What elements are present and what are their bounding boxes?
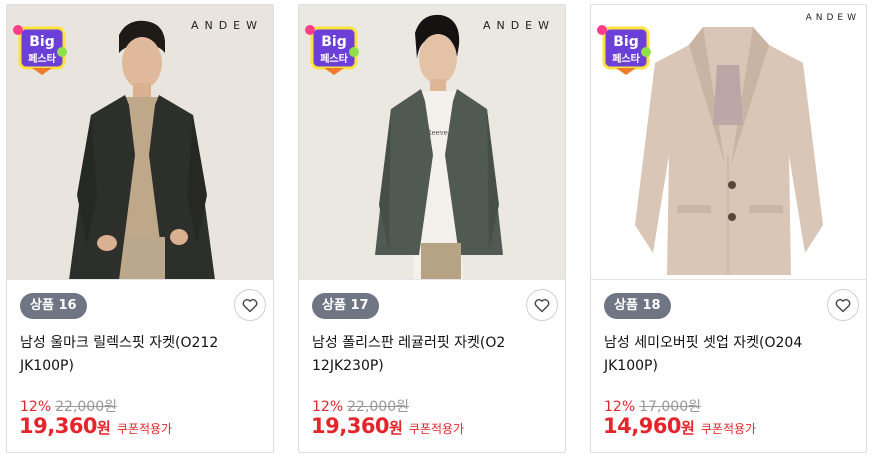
price-original-row: 12% 22,000원 [20,396,117,416]
brand-logo: ANDEW [805,13,860,23]
original-price: 17,000원 [639,399,701,415]
currency-unit: 원 [389,419,403,437]
coupon-note: 쿠폰적용가 [700,422,757,436]
svg-text:페스타: 페스타 [320,52,348,65]
product-name[interactable]: 남성 울마크 릴렉스핏 자켓(O212JK100P) [20,332,220,378]
coupon-note: 쿠폰적용가 [408,422,465,436]
currency-unit: 원 [681,419,695,437]
brand-logo: ANDEW [190,19,263,32]
svg-text:페스타: 페스타 [28,52,56,65]
sale-price: 19,360 [19,414,98,438]
svg-text:페스타: 페스타 [612,52,640,65]
svg-text:Big: Big [29,34,55,50]
discount-rate: 12% [20,399,52,415]
product-image[interactable]: Big 페스타 ANDEW [7,5,273,280]
big-festa-badge-icon: Big 페스타 [305,25,359,75]
price-sale-row: 19,360원 쿠폰적용가 [311,414,464,438]
price-sale-row: 14,960원 쿠폰적용가 [603,414,756,438]
wishlist-button[interactable] [526,289,558,321]
sale-price: 14,960 [603,414,682,438]
svg-text:Big: Big [321,34,347,50]
discount-rate: 12% [312,399,344,415]
heart-icon [534,298,550,312]
product-name[interactable]: 남성 세미오버핏 셋업 자켓(O204JK100P) [604,332,804,378]
product-name[interactable]: 남성 폴리스판 레귤러핏 자켓(O212JK230P) [312,332,512,378]
big-festa-badge-icon: Big 페스타 [13,25,67,75]
sale-price: 19,360 [311,414,390,438]
original-price: 22,000원 [55,399,117,415]
original-price: 22,000원 [347,399,409,415]
wishlist-button[interactable] [234,289,266,321]
svg-text:Reeve: Reeve [426,129,448,137]
price-sale-row: 19,360원 쿠폰적용가 [19,414,172,438]
svg-text:Big: Big [613,34,639,50]
coupon-note: 쿠폰적용가 [116,422,173,436]
product-number-badge: 상품 18 [604,293,671,319]
heart-icon [835,298,851,312]
product-image[interactable]: Reeve Big 페스타 ANDEW [299,5,565,280]
discount-rate: 12% [604,399,636,415]
product-number-badge: 상품 17 [312,293,379,319]
product-card[interactable]: Big 페스타 ANDEW 상품 18 남성 세미오버핏 셋업 자켓(O204J… [590,4,867,453]
big-festa-badge-icon: Big 페스타 [597,25,651,75]
wishlist-button[interactable] [827,289,859,321]
product-card[interactable]: Reeve Big 페스타 ANDEW 상품 17 남성 폴리스판 레귤러핏 자… [298,4,566,453]
brand-logo: ANDEW [482,19,555,32]
price-original-row: 12% 17,000원 [604,396,701,416]
product-number-badge: 상품 16 [20,293,87,319]
currency-unit: 원 [97,419,111,437]
product-card[interactable]: Big 페스타 ANDEW 상품 16 남성 울마크 릴렉스핏 자켓(O212J… [6,4,274,453]
price-original-row: 12% 22,000원 [312,396,409,416]
heart-icon [242,298,258,312]
product-image[interactable]: Big 페스타 ANDEW [591,5,866,280]
product-grid: Big 페스타 ANDEW 상품 16 남성 울마크 릴렉스핏 자켓(O212J… [0,0,874,457]
